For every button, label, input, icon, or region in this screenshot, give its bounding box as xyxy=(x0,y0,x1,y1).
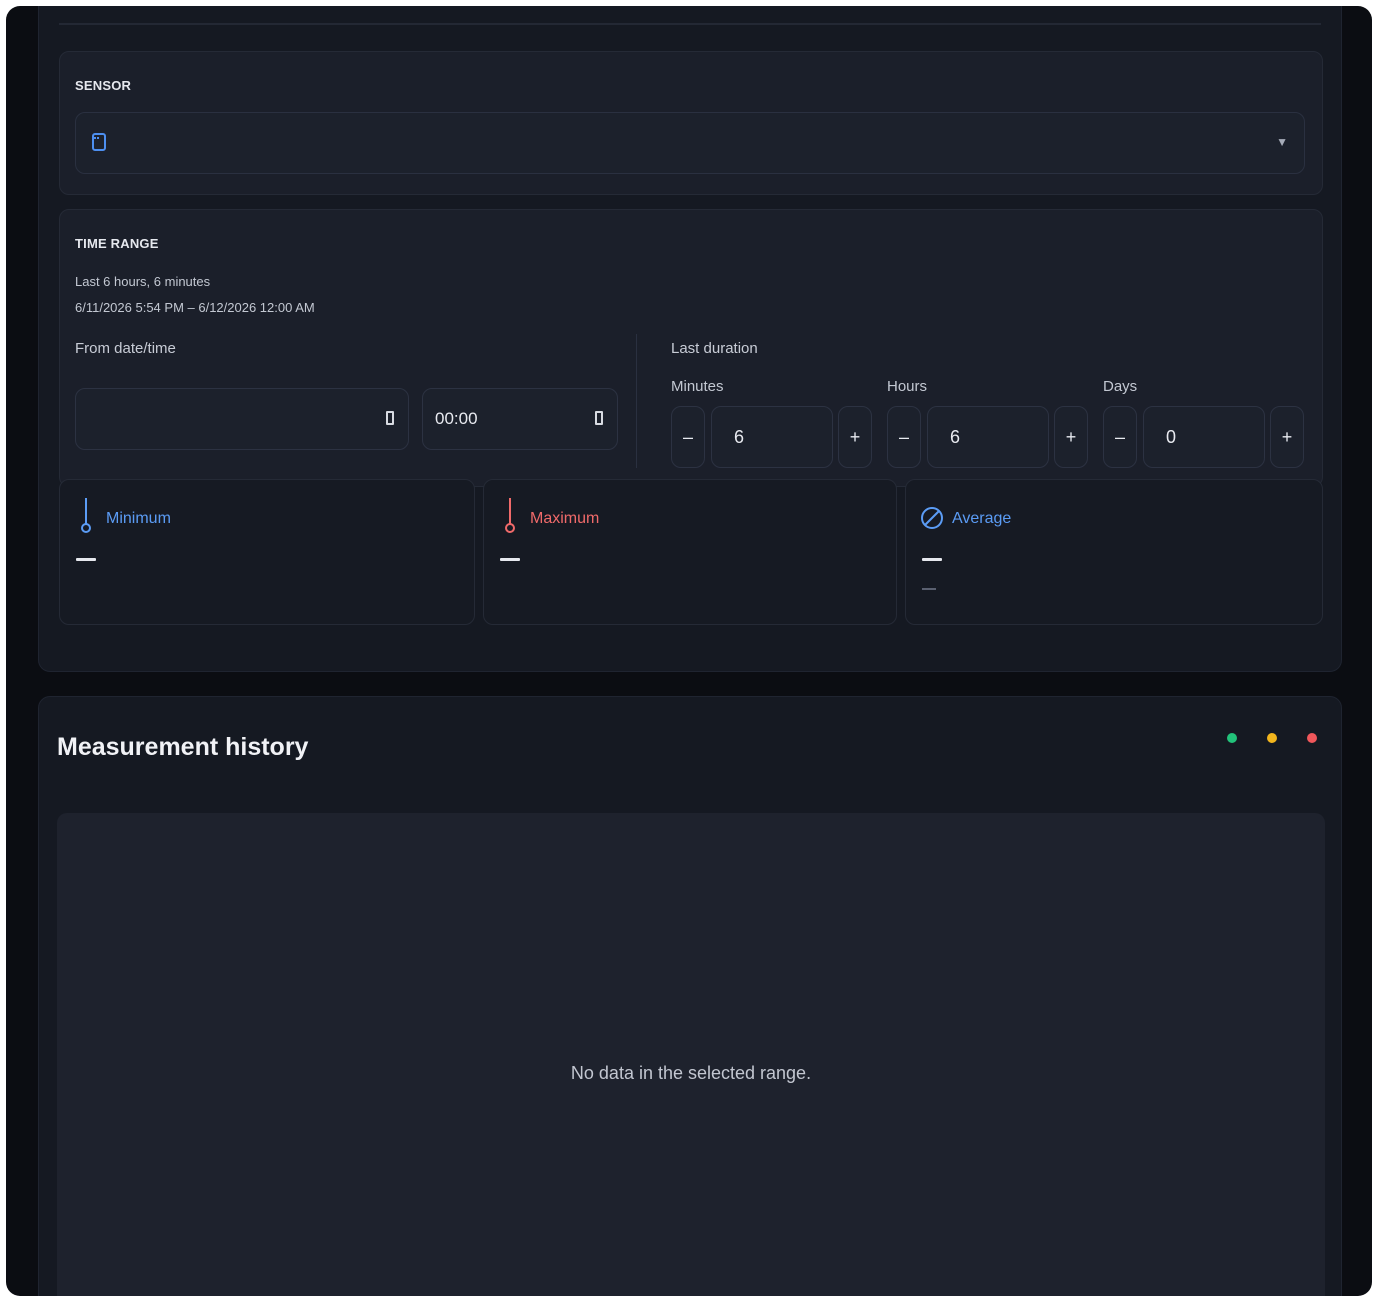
hours-input[interactable]: 6 xyxy=(927,406,1049,468)
from-datetime-label: From date/time xyxy=(75,340,176,357)
app-window: SENSOR ▼ TIME RANGE Last 6 hours, 6 minu… xyxy=(6,6,1372,1296)
hours-label: Hours xyxy=(887,378,928,395)
average-value-placeholder xyxy=(922,558,942,561)
minimum-label: Minimum xyxy=(106,510,171,527)
status-dot-red xyxy=(1307,733,1317,743)
hours-decrement-button[interactable]: – xyxy=(887,406,921,468)
from-time-value: 00:00 xyxy=(435,409,478,428)
time-range-label: TIME RANGE xyxy=(75,236,159,251)
minimum-value-placeholder xyxy=(76,558,96,561)
average-icon xyxy=(921,507,943,529)
average-secondary-placeholder xyxy=(922,588,936,590)
days-value: 0 xyxy=(1166,427,1177,447)
days-input[interactable]: 0 xyxy=(1143,406,1265,468)
maximum-label: Maximum xyxy=(530,510,600,527)
history-title: Measurement history xyxy=(57,733,309,761)
last-duration-label: Last duration xyxy=(671,340,758,357)
minutes-label: Minutes xyxy=(671,378,724,395)
sensor-label: SENSOR xyxy=(75,78,132,93)
minutes-increment-button[interactable]: + xyxy=(838,406,872,468)
sensor-card: SENSOR ▼ xyxy=(59,51,1323,195)
minutes-decrement-button[interactable]: – xyxy=(671,406,705,468)
filter-panel: SENSOR ▼ TIME RANGE Last 6 hours, 6 minu… xyxy=(38,6,1342,672)
from-date-input[interactable] xyxy=(75,388,409,450)
average-label: Average xyxy=(952,510,1012,527)
hours-value: 6 xyxy=(950,427,961,447)
maximum-stat-card: Maximum xyxy=(483,479,897,625)
calendar-icon[interactable] xyxy=(386,411,394,425)
thermometer-icon xyxy=(505,498,515,533)
minutes-input[interactable]: 6 xyxy=(711,406,833,468)
time-range-summary: Last 6 hours, 6 minutes xyxy=(75,274,211,289)
chip-icon xyxy=(92,133,106,151)
clock-icon[interactable] xyxy=(595,411,603,425)
time-range-card: TIME RANGE Last 6 hours, 6 minutes 6/11/… xyxy=(59,209,1323,487)
empty-state-message: No data in the selected range. xyxy=(570,1063,812,1083)
chevron-down-icon: ▼ xyxy=(1276,135,1288,149)
history-chart-area: No data in the selected range. xyxy=(57,813,1325,1296)
divider xyxy=(636,334,637,468)
average-stat-card: Average xyxy=(905,479,1323,625)
thermometer-icon xyxy=(81,498,91,533)
history-panel: Measurement history No data in the selec… xyxy=(38,696,1342,1296)
status-dot-yellow xyxy=(1267,733,1277,743)
divider xyxy=(59,23,1321,25)
days-decrement-button[interactable]: – xyxy=(1103,406,1137,468)
status-dot-green xyxy=(1227,733,1237,743)
minutes-value: 6 xyxy=(734,427,745,447)
minimum-stat-card: Minimum xyxy=(59,479,475,625)
days-label: Days xyxy=(1103,378,1138,395)
time-range-dates: 6/11/2026 5:54 PM – 6/12/2026 12:00 AM xyxy=(75,300,315,315)
from-time-input[interactable]: 00:00 xyxy=(422,388,618,450)
hours-increment-button[interactable]: + xyxy=(1054,406,1088,468)
sensor-select[interactable]: ▼ xyxy=(75,112,1305,174)
maximum-value-placeholder xyxy=(500,558,520,561)
days-increment-button[interactable]: + xyxy=(1270,406,1304,468)
